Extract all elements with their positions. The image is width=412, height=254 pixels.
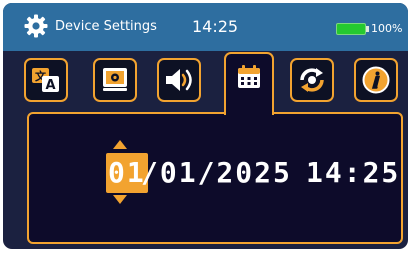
status-clock: 14:25 [192, 17, 239, 36]
tab-language[interactable]: 文 A [24, 58, 68, 102]
tab-info[interactable] [354, 58, 398, 102]
display-settings-icon [103, 68, 127, 91]
svg-text:A: A [45, 78, 55, 93]
date-month-year-field[interactable]: /01/2025 [141, 153, 292, 193]
battery-percentage: 100% [371, 22, 403, 35]
tab-sound[interactable] [157, 58, 201, 102]
speaker-icon [166, 69, 192, 91]
battery-tip [366, 26, 369, 32]
decrement-arrow-icon[interactable] [113, 195, 127, 204]
increment-arrow-icon[interactable] [113, 140, 127, 149]
gear-icon[interactable] [24, 14, 48, 38]
device-screen: Device Settings 14:25 100% 文 A 01 /01/20… [3, 3, 408, 249]
tab-sync[interactable] [290, 58, 334, 102]
sync-icon [300, 68, 324, 92]
app-title: Device Settings [55, 19, 157, 34]
tab-display[interactable] [93, 58, 137, 102]
status-bar: Device Settings 14:25 100% [3, 3, 408, 51]
calendar-icon [238, 65, 260, 88]
info-icon [362, 66, 390, 94]
tab-date-time[interactable] [224, 52, 274, 115]
battery-icon [336, 23, 366, 35]
time-field[interactable]: 14:25 [306, 153, 400, 193]
translate-icon: 文 A [32, 68, 59, 93]
